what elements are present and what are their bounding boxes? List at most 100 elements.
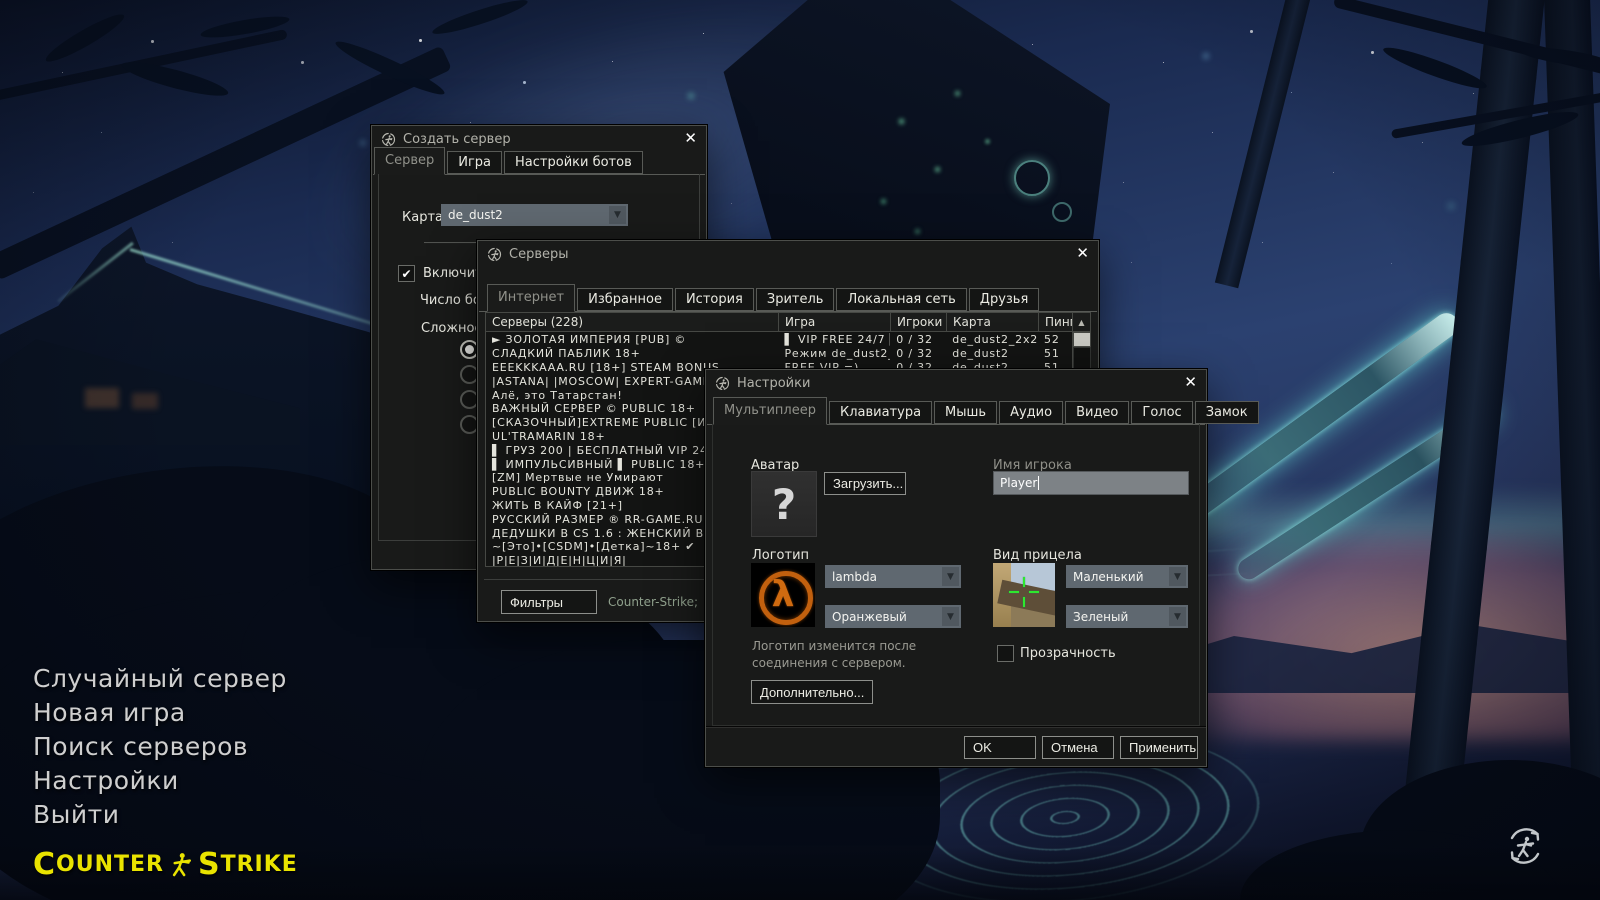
window-title: Настройки (737, 376, 810, 391)
logo-text: OUNTER (56, 850, 164, 880)
logo-dropdown-value: lambda (832, 570, 877, 584)
avatar[interactable]: ? (751, 471, 817, 537)
advanced-button[interactable]: Дополнительно... (751, 680, 873, 704)
scrollbar-thumb[interactable] (1073, 332, 1091, 347)
enable-bots-checkbox[interactable]: ✔ (398, 265, 415, 282)
tab[interactable]: Аудио (999, 401, 1063, 424)
check-icon: ✔ (401, 267, 411, 281)
logo-note: Логотип изменится после соединения с сер… (752, 638, 960, 672)
logo-text: TRIKE (221, 850, 298, 880)
tab[interactable]: Зритель (756, 288, 835, 311)
lambda-logo-preview: λ (751, 563, 815, 627)
transparency-checkbox[interactable] (997, 645, 1014, 662)
column-header-servers[interactable]: Серверы (228) (485, 312, 779, 332)
crosshair-preview (993, 563, 1055, 627)
upload-avatar-button[interactable]: Загрузить... (824, 472, 906, 495)
tab[interactable]: Интернет (487, 284, 575, 312)
crosshair-icon (1009, 591, 1019, 593)
desktop: Случайный сервер Новая игра Поиск серверов… (0, 0, 1600, 900)
tab[interactable]: Игра (447, 151, 502, 174)
player-name-input[interactable]: Player (993, 471, 1189, 495)
server-row[interactable]: ► ЗОЛОТАЯ ИМПЕРИЯ [PUB] © ▌ VIP FREE 24/… (486, 333, 1072, 347)
column-header-players[interactable]: Игроки (891, 312, 947, 332)
map-dropdown[interactable]: de_dust2 ▼ (441, 204, 628, 226)
column-header-map[interactable]: Карта (947, 312, 1039, 332)
map-dropdown-value: de_dust2 (448, 208, 503, 222)
create-server-tabs: СерверИграНастройки ботов (373, 148, 705, 175)
cs-window-icon (715, 376, 730, 391)
cancel-button[interactable]: Отмена (1042, 736, 1114, 759)
crosshair-color-value: Зеленый (1073, 610, 1128, 624)
server-game: Режим de_dust2_2x2 (778, 347, 890, 360)
settings-window: Настройки ✕ МультиплеерКлавиатураМышьАуд… (705, 369, 1207, 767)
menu-item[interactable]: Новая игра (33, 700, 287, 726)
server-game: ▌ VIP FREE 24/7 ▌ (778, 333, 890, 346)
lambda-icon: λ (772, 577, 795, 613)
logo-color-dropdown[interactable]: Оранжевый ▼ (825, 605, 961, 628)
tab[interactable]: Видео (1065, 401, 1129, 424)
cs-window-icon (487, 247, 502, 262)
crosshair-size-value: Маленький (1073, 570, 1144, 584)
tab[interactable]: Сервер (374, 147, 445, 175)
cs-circle-logo-icon (1503, 824, 1547, 868)
spray-logo-label: Логотип (752, 548, 809, 563)
menu-item[interactable]: Поиск серверов (33, 734, 287, 760)
chevron-down-icon[interactable]: ▼ (942, 607, 959, 626)
menu-item[interactable]: Настройки (33, 768, 287, 794)
player-name-value: Player (1000, 476, 1037, 490)
tab[interactable]: История (675, 288, 754, 311)
scroll-up-icon[interactable]: ▲ (1073, 312, 1091, 332)
settings-titlebar[interactable]: Настройки ✕ (706, 370, 1206, 396)
transparency-label: Прозрачность (1020, 646, 1116, 661)
chevron-down-icon[interactable]: ▼ (609, 206, 626, 224)
close-icon[interactable]: ✕ (1076, 245, 1089, 261)
close-icon[interactable]: ✕ (684, 130, 697, 146)
tab[interactable]: Мультиплеер (713, 397, 827, 425)
server-ping: 51 (1038, 347, 1072, 360)
logo-letter: C (33, 850, 56, 880)
logo-color-value: Оранжевый (832, 610, 907, 624)
server-name: ► ЗОЛОТАЯ ИМПЕРИЯ [PUB] © (486, 333, 778, 346)
tab[interactable]: Избранное (577, 288, 673, 311)
menu-item[interactable]: Случайный сервер (33, 666, 287, 692)
tab[interactable]: Локальная сеть (836, 288, 966, 311)
menu-item[interactable]: Выйти (33, 802, 287, 828)
chevron-down-icon[interactable]: ▼ (942, 567, 959, 586)
server-row[interactable]: СЛАДКИЙ ПАБЛИК 18+ Режим de_dust2_2x2 0 … (486, 347, 1072, 361)
window-title: Создать сервер (403, 132, 511, 147)
servers-tabs: ИнтернетИзбранноеИсторияЗрительЛокальная… (479, 285, 1097, 312)
chevron-down-icon[interactable]: ▼ (1169, 567, 1186, 586)
column-header-game[interactable]: Игра (779, 312, 891, 332)
column-header-ping[interactable]: Пинг (1039, 312, 1073, 332)
filter-value-label: Counter-Strike; (608, 595, 698, 609)
server-map: de_dust2_2x2 (946, 333, 1038, 346)
server-players: 0 / 32 (890, 333, 946, 346)
divider (706, 726, 1206, 727)
crosshair-size-dropdown[interactable]: Маленький ▼ (1066, 565, 1188, 588)
tab[interactable]: Друзья (969, 288, 1040, 311)
crosshair-icon (1023, 577, 1025, 587)
logo-letter: S (198, 850, 221, 880)
apply-button[interactable]: Применить (1120, 736, 1198, 759)
filters-button[interactable]: Фильтры (501, 590, 597, 614)
close-icon[interactable]: ✕ (1184, 374, 1197, 390)
crosshair-color-dropdown[interactable]: Зеленый ▼ (1066, 605, 1188, 628)
chevron-down-icon[interactable]: ▼ (1169, 607, 1186, 626)
crosshair-icon (1029, 591, 1039, 593)
tab[interactable]: Замок (1195, 401, 1259, 424)
tab[interactable]: Клавиатура (829, 401, 932, 424)
tab[interactable]: Настройки ботов (504, 151, 643, 174)
settings-tabs: МультиплеерКлавиатураМышьАудиоВидеоГолос… (707, 398, 1205, 425)
scroll-up-arrow: ▲ (1078, 318, 1084, 327)
tab[interactable]: Голос (1131, 401, 1192, 424)
logo-dropdown[interactable]: lambda ▼ (825, 565, 961, 588)
server-players: 0 / 32 (890, 347, 946, 360)
avatar-placeholder: ? (772, 480, 796, 529)
cs-window-icon (381, 132, 396, 147)
server-ping: 52 (1038, 333, 1072, 346)
server-list-header: Серверы (228) Игра Игроки Карта Пинг ▲ (485, 312, 1091, 332)
ok-button[interactable]: OK (964, 736, 1036, 759)
servers-titlebar[interactable]: Серверы ✕ (478, 241, 1098, 267)
tab[interactable]: Мышь (934, 401, 997, 424)
cs-soldier-icon (166, 850, 196, 880)
